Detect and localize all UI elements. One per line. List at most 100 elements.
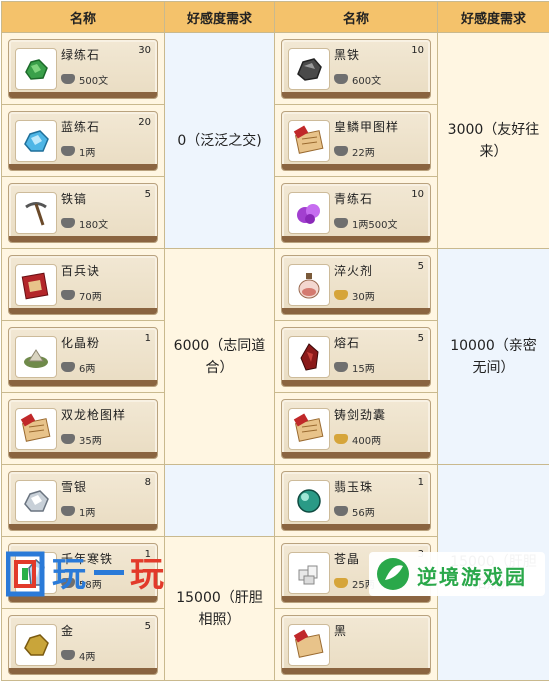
svg-text:玩: 玩 — [130, 555, 164, 595]
item-cell: 铸剑劲囊 400两 — [275, 393, 438, 465]
item-qty: 5 — [145, 189, 151, 200]
item-name: 淬火剂 — [334, 262, 373, 279]
item-card-shuang[interactable]: 双龙枪图样 35两 — [8, 399, 158, 459]
item-qty: 8 — [145, 477, 151, 488]
item-price: 35两 — [61, 432, 102, 447]
item-price: 1两500文 — [334, 216, 397, 231]
scroll-pattern-icon — [288, 408, 330, 450]
watermark-right: 逆境游戏园 — [369, 552, 545, 596]
item-cell: 青练石 10 1两500文 — [275, 177, 438, 249]
silver-coin-icon — [61, 146, 75, 156]
item-card-baib[interactable]: 百兵诀 70两 — [8, 255, 158, 315]
item-name: 双龙枪图样 — [61, 406, 126, 423]
silver-ore-icon — [15, 480, 57, 522]
item-card-huaj[interactable]: 化晶粉 1 6两 — [8, 327, 158, 387]
silver-coin-icon — [61, 650, 75, 660]
price-value: 22两 — [352, 144, 375, 159]
item-card-qing[interactable]: 青练石 10 1两500文 — [281, 183, 431, 243]
item-price: 500文 — [61, 72, 108, 87]
requirement-cell: 6000（志同道合） — [165, 249, 275, 465]
item-qty: 10 — [411, 45, 424, 56]
item-cell: 黑 — [275, 609, 438, 681]
item-cell: 皇鳞甲图样 22两 — [275, 105, 438, 177]
item-qty: 20 — [138, 117, 151, 128]
item-card-heit[interactable]: 黑铁 10 600文 — [281, 39, 431, 99]
item-name: 黑 — [334, 622, 347, 639]
item-card-lvs[interactable]: 绿练石 30 500文 — [8, 39, 158, 99]
card-bar — [9, 164, 157, 170]
item-name: 化晶粉 — [61, 334, 100, 351]
item-card-cuih[interactable]: 淬火剂 5 30两 — [281, 255, 431, 315]
item-name: 绿练石 — [61, 46, 100, 63]
item-name: 皇鳞甲图样 — [334, 118, 399, 135]
card-bar — [9, 236, 157, 242]
item-price: 22两 — [334, 144, 375, 159]
card-bar — [9, 524, 157, 530]
item-name: 翡玉珠 — [334, 478, 373, 495]
item-qty: 1 — [145, 333, 151, 344]
price-value: 4两 — [79, 648, 95, 663]
item-card-zhuj[interactable]: 铸剑劲囊 400两 — [281, 399, 431, 459]
price-value: 500文 — [79, 72, 108, 87]
item-price: 30两 — [334, 288, 375, 303]
item-qty: 5 — [145, 621, 151, 632]
item-price: 600文 — [334, 72, 381, 87]
item-price: 180文 — [61, 216, 108, 231]
gold-coin-icon — [334, 290, 348, 300]
card-bar — [282, 92, 430, 98]
price-value: 1两 — [79, 144, 95, 159]
item-price: 400两 — [334, 432, 381, 447]
price-value: 70两 — [79, 288, 102, 303]
item-cell: 淬火剂 5 30两 — [275, 249, 438, 321]
header-name-2: 名称 — [275, 2, 438, 33]
powder-icon — [15, 336, 57, 378]
requirement-cell: 3000（友好往来） — [438, 33, 549, 249]
silver-coin-icon — [334, 218, 348, 228]
requirement-cell: 0（泛泛之交) — [165, 33, 275, 249]
silver-coin-icon — [61, 434, 75, 444]
item-name: 铸剑劲囊 — [334, 406, 386, 423]
silver-coin-icon — [334, 362, 348, 372]
item-qty: 1 — [418, 477, 424, 488]
item-card-lans[interactable]: 蓝练石 20 1两 — [8, 111, 158, 171]
header-req-2: 好感度需求 — [438, 2, 549, 33]
price-value: 1两500文 — [352, 216, 397, 231]
item-card-qianj[interactable]: 金 5 4两 — [8, 615, 158, 675]
leaf-logo-icon — [373, 554, 413, 594]
item-price: 1两 — [61, 144, 95, 159]
item-card-tieg[interactable]: 铁镐 5 180文 — [8, 183, 158, 243]
silver-coin-icon — [334, 74, 348, 84]
item-cell: 绿练石 30 500文 — [2, 33, 165, 105]
gold-coin-icon — [334, 578, 348, 588]
card-bar — [9, 92, 157, 98]
item-price: 70两 — [61, 288, 102, 303]
watermark-left-logo: 玩 玩 — [6, 548, 196, 598]
price-value: 15两 — [352, 360, 375, 375]
red-stone-icon — [288, 336, 330, 378]
card-bar — [282, 596, 430, 602]
item-cell: 双龙枪图样 35两 — [2, 393, 165, 465]
silver-coin-icon — [334, 146, 348, 156]
item-card-heiz[interactable]: 黑 — [281, 615, 431, 675]
green-ore-icon — [15, 48, 57, 90]
item-name: 熔石 — [334, 334, 360, 351]
item-price: 4两 — [61, 648, 95, 663]
item-cell: 百兵诀 70两 — [2, 249, 165, 321]
item-cell: 化晶粉 1 6两 — [2, 321, 165, 393]
jade-orb-icon — [288, 480, 330, 522]
black-iron-icon — [288, 48, 330, 90]
item-card-rongs[interactable]: 熔石 5 15两 — [281, 327, 431, 387]
item-name: 金 — [61, 622, 74, 639]
card-bar — [282, 236, 430, 242]
potion-icon — [288, 264, 330, 306]
card-bar — [9, 668, 157, 674]
item-price: 15两 — [334, 360, 375, 375]
item-card-xuey[interactable]: 雪银 8 1两 — [8, 471, 158, 531]
item-card-huang[interactable]: 皇鳞甲图样 22两 — [281, 111, 431, 171]
item-card-cuiy[interactable]: 翡玉珠 1 56两 — [281, 471, 431, 531]
silver-coin-icon — [61, 74, 75, 84]
item-qty: 5 — [418, 333, 424, 344]
header-name-1: 名称 — [2, 2, 165, 33]
price-value: 180文 — [79, 216, 108, 231]
price-value: 30两 — [352, 288, 375, 303]
